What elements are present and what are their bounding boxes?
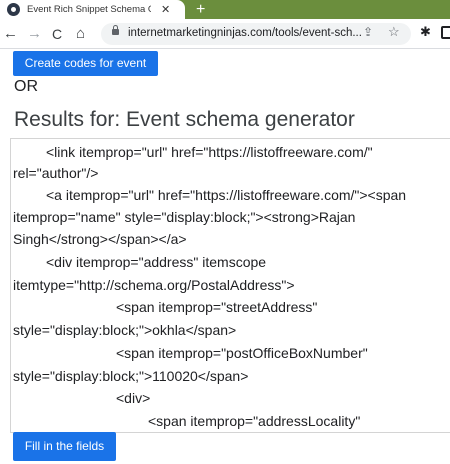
site-favicon-icon bbox=[7, 3, 20, 16]
code-line: style="display:block;">110020</span> bbox=[13, 368, 249, 384]
side-panel-icon[interactable] bbox=[441, 26, 450, 39]
fill-fields-button[interactable]: Fill in the fields bbox=[13, 432, 116, 461]
url-text[interactable]: internetmarketingninjas.com/tools/event-… bbox=[128, 27, 362, 39]
new-tab-icon[interactable]: + bbox=[196, 0, 205, 19]
code-line: <a itemprop="url" href="https://listoffr… bbox=[46, 187, 407, 203]
address-bar[interactable]: internetmarketingninjas.com/tools/event-… bbox=[101, 23, 411, 45]
code-line: itemtype="http://schema.org/PostalAddres… bbox=[13, 277, 295, 293]
code-line: itemprop="name" style="display:block;"><… bbox=[13, 209, 356, 225]
code-line: <div> bbox=[116, 390, 151, 406]
code-line: <span itemprop="streetAddress" bbox=[116, 299, 318, 315]
forward-arrow-icon[interactable]: → bbox=[27, 24, 42, 44]
back-arrow-icon[interactable]: ← bbox=[3, 24, 18, 44]
create-codes-button[interactable]: Create codes for event bbox=[13, 51, 158, 76]
extensions-puzzle-icon[interactable]: ✱ bbox=[420, 24, 431, 40]
code-line: <span itemprop="postOfficeBoxNumber" bbox=[116, 345, 368, 361]
tab-strip: Event Rich Snippet Schema Gene ✕ + bbox=[0, 0, 450, 19]
bookmark-star-icon[interactable]: ☆ bbox=[388, 24, 400, 40]
browser-tab[interactable]: Event Rich Snippet Schema Gene ✕ bbox=[0, 0, 185, 19]
code-line: Singh</strong></span></a> bbox=[13, 231, 187, 247]
reload-icon[interactable]: C bbox=[52, 24, 62, 44]
share-icon[interactable]: ⇪ bbox=[363, 25, 373, 39]
home-icon[interactable]: ⌂ bbox=[76, 24, 85, 44]
code-line: <span itemprop="addressLocality" bbox=[148, 413, 361, 429]
close-tab-icon[interactable]: ✕ bbox=[161, 3, 170, 16]
browser-toolbar: ← → C ⌂ internetmarketingninjas.com/tool… bbox=[0, 19, 450, 49]
code-output-textarea[interactable]: <link itemprop="url" href="https://listo… bbox=[10, 138, 450, 433]
code-line: style="display:block;">okhla</span> bbox=[13, 322, 237, 338]
code-line: rel="author"/> bbox=[13, 165, 99, 181]
code-line: <div itemprop="address" itemscope bbox=[46, 254, 267, 270]
results-title: Results for: Event schema generator bbox=[14, 108, 355, 131]
lock-icon bbox=[112, 25, 119, 35]
or-separator: OR bbox=[14, 78, 38, 95]
tab-title: Event Rich Snippet Schema Gene bbox=[27, 4, 151, 15]
code-line: <link itemprop="url" href="https://listo… bbox=[46, 144, 373, 160]
